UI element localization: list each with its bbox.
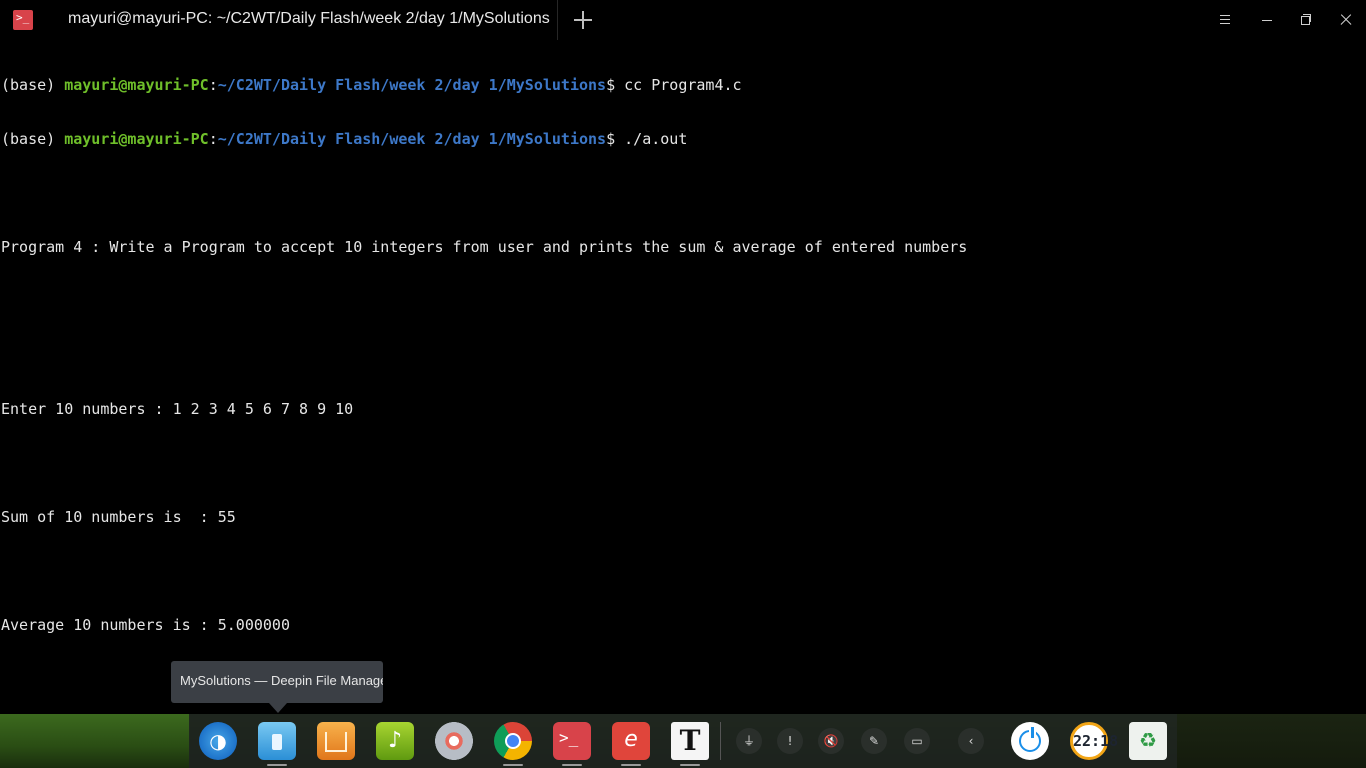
terminal-line: Enter 10 numbers : 1 2 3 4 5 6 7 8 9 10 xyxy=(1,400,1361,418)
dock: ◑ ♪ >_ e T ⏚ ! 🔇 ✎ ▭ ‹ 22:18 ♻ xyxy=(189,714,1177,768)
settings-icon[interactable] xyxy=(435,722,473,760)
menu-icon[interactable] xyxy=(1215,10,1235,30)
prompt-symbol: $ xyxy=(606,76,616,94)
deepin-launcher-icon[interactable]: ◑ xyxy=(199,722,237,760)
tab-terminal[interactable]: mayuri@mayuri-PC: ~/C2WT/Daily Flash/wee… xyxy=(46,0,558,40)
terminal-app-icon: >_ xyxy=(13,10,33,30)
wallpaper-dark xyxy=(1177,714,1366,768)
prompt-path: ~/C2WT/Daily Flash/week 2/day 1/MySoluti… xyxy=(217,76,607,94)
prompt-user: mayuri@mayuri-PC xyxy=(64,76,209,94)
running-indicator xyxy=(503,764,523,766)
volume-muted-icon[interactable]: 🔇 xyxy=(818,728,844,754)
program-output: Enter 10 numbers : 1 2 3 4 5 6 7 8 9 10 xyxy=(1,400,354,418)
prompt-path: ~/C2WT/Daily Flash/week 2/day 1/MySoluti… xyxy=(217,130,607,148)
terminal-line: (base) mayuri@mayuri-PC:~/C2WT/Daily Fla… xyxy=(1,130,1361,148)
chrome-icon[interactable] xyxy=(494,722,532,760)
clock-widget[interactable]: 22:18 xyxy=(1070,722,1119,760)
tab-title: mayuri@mayuri-PC: ~/C2WT/Daily Flash/wee… xyxy=(68,10,550,27)
wallpaper-grass xyxy=(0,714,190,768)
close-icon[interactable] xyxy=(1336,10,1356,30)
music-icon[interactable]: ♪ xyxy=(376,722,414,760)
prompt-symbol: $ xyxy=(606,130,616,148)
prompt-user: mayuri@mayuri-PC xyxy=(64,130,209,148)
command-text: ./a.out xyxy=(615,130,688,148)
typora-icon[interactable]: T xyxy=(671,722,709,760)
wps-icon[interactable]: e xyxy=(612,722,650,760)
program-output: Average 10 numbers is : 5.000000 xyxy=(1,616,290,634)
prompt-colon: : xyxy=(208,130,218,148)
launcher-glyph: ◑ xyxy=(209,729,227,753)
chevron-left-icon[interactable]: ‹ xyxy=(958,728,984,754)
program-output: Sum of 10 numbers is : 55 xyxy=(1,508,236,526)
running-indicator xyxy=(680,764,700,766)
file-manager-icon[interactable] xyxy=(258,722,296,760)
app-store-icon[interactable] xyxy=(317,722,355,760)
prompt-env: (base) xyxy=(1,130,65,148)
power-glyph xyxy=(1019,727,1041,752)
terminal-titlebar: >_ mayuri@mayuri-PC: ~/C2WT/Daily Flash/… xyxy=(0,0,1366,40)
minimize-icon[interactable] xyxy=(1257,10,1277,30)
running-indicator xyxy=(621,764,641,766)
desktop: >_ mayuri@mayuri-PC: ~/C2WT/Daily Flash/… xyxy=(0,0,1366,768)
command-text: cc Program4.c xyxy=(615,76,742,94)
terminal-icon[interactable]: >_ xyxy=(553,722,591,760)
terminal-glyph: >_ xyxy=(16,11,30,24)
typora-glyph: T xyxy=(679,724,701,757)
trash-icon[interactable]: ♻ xyxy=(1129,722,1167,760)
trash-glyph: ♻ xyxy=(1139,728,1157,752)
running-indicator xyxy=(562,764,582,766)
maximize-icon[interactable] xyxy=(1296,10,1316,30)
pen-icon[interactable]: ✎ xyxy=(861,728,887,754)
clock-time: 22:18 xyxy=(1073,732,1119,750)
terminal-output[interactable]: (base) mayuri@mayuri-PC:~/C2WT/Daily Fla… xyxy=(1,40,1361,768)
music-glyph: ♪ xyxy=(387,728,403,753)
terminal-line: Program 4 : Write a Program to accept 10… xyxy=(1,238,1361,256)
dock-separator xyxy=(720,722,721,760)
plus-icon[interactable] xyxy=(571,8,595,32)
terminal-line: (base) mayuri@mayuri-PC:~/C2WT/Daily Fla… xyxy=(1,76,1361,94)
wps-glyph: e xyxy=(624,727,638,752)
terminal-line: Sum of 10 numbers is : 55 xyxy=(1,508,1361,526)
usb-icon[interactable]: ⏚ xyxy=(736,728,762,754)
prompt-colon: : xyxy=(208,76,218,94)
program-output: Program 4 : Write a Program to accept 10… xyxy=(1,238,968,256)
terminal-line: Average 10 numbers is : 5.000000 xyxy=(1,616,1361,634)
running-indicator xyxy=(267,764,287,766)
wifi-icon[interactable]: ! xyxy=(777,728,803,754)
chrome-center xyxy=(505,733,521,749)
dock-tooltip: MySolutions — Deepin File Manager xyxy=(171,661,383,703)
tooltip-arrow xyxy=(269,703,287,713)
tooltip-text: MySolutions — Deepin File Manager xyxy=(180,673,383,688)
prompt-env: (base) xyxy=(1,76,65,94)
store-glyph xyxy=(325,732,347,752)
power-icon[interactable] xyxy=(1011,722,1049,760)
battery-icon[interactable]: ▭ xyxy=(904,728,930,754)
file-manager-glyph xyxy=(272,734,282,750)
terminal-dock-glyph: >_ xyxy=(559,728,579,747)
